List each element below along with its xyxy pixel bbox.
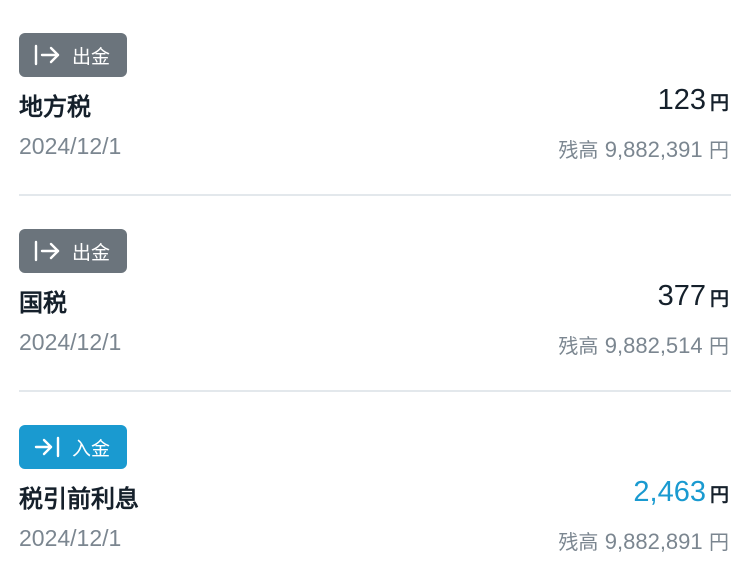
balance-currency: 円 [709, 138, 729, 162]
balance-currency: 円 [709, 530, 729, 554]
amount-currency: 円 [709, 92, 729, 114]
transaction-amount: 2,463 円 [633, 476, 729, 509]
transaction-title: 税引前利息 [19, 485, 139, 513]
amount-value: 377 [657, 280, 706, 312]
balance-text: 残高 9,882,391 円 [558, 134, 729, 163]
transaction-item[interactable]: 出金 地方税 123 円 2024/12/1 残高 9,882,391 円 [0, 0, 750, 196]
arrow-bar-right-icon [33, 44, 61, 66]
balance-value: 9,882,891 [604, 529, 703, 554]
balance-value: 9,882,391 [604, 137, 703, 162]
amount-currency: 円 [709, 288, 729, 310]
balance-text: 残高 9,882,891 円 [558, 526, 729, 555]
badge-label: 入金 [72, 437, 111, 460]
amount-value: 123 [657, 84, 706, 116]
amount-currency: 円 [709, 484, 729, 506]
amount-value: 2,463 [633, 476, 706, 508]
withdrawal-badge: 出金 [19, 229, 127, 273]
transaction-title: 地方税 [19, 93, 91, 121]
transaction-amount: 377 円 [658, 280, 729, 313]
balance-label: 残高 [558, 334, 599, 358]
withdrawal-badge: 出金 [19, 33, 127, 77]
deposit-badge: 入金 [19, 425, 127, 469]
balance-currency: 円 [709, 334, 729, 358]
badge-label: 出金 [72, 45, 111, 68]
transaction-date: 2024/12/1 [19, 525, 122, 551]
badge-label: 出金 [72, 241, 111, 264]
balance-text: 残高 9,882,514 円 [558, 330, 729, 359]
arrow-into-bar-icon [33, 436, 61, 458]
arrow-bar-right-icon [33, 240, 61, 262]
transaction-list: 出金 地方税 123 円 2024/12/1 残高 9,882,391 円 出金 [0, 0, 750, 585]
transaction-item[interactable]: 入金 税引前利息 2,463 円 2024/12/1 残高 9,882,891 … [0, 392, 750, 585]
balance-label: 残高 [558, 530, 599, 554]
transaction-title: 国税 [19, 289, 67, 317]
transaction-item[interactable]: 出金 国税 377 円 2024/12/1 残高 9,882,514 円 [0, 196, 750, 392]
balance-label: 残高 [558, 138, 599, 162]
transaction-date: 2024/12/1 [19, 133, 122, 159]
transaction-amount: 123 円 [658, 84, 729, 117]
balance-value: 9,882,514 [604, 333, 703, 358]
transaction-date: 2024/12/1 [19, 329, 122, 355]
